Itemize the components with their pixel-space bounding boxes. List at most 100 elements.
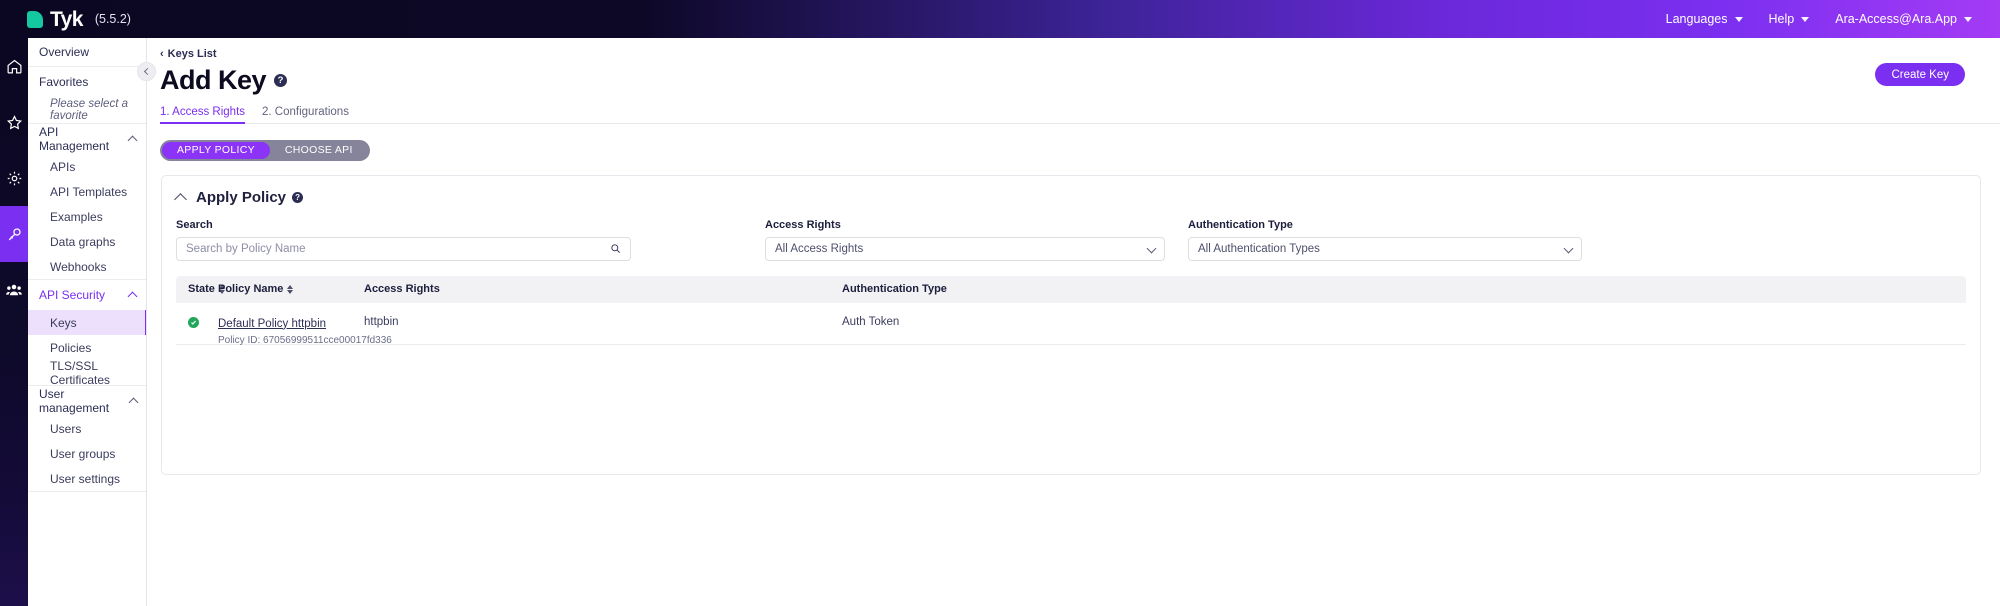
rail-home-button[interactable] bbox=[0, 38, 28, 94]
choose-api-toggle[interactable]: CHOOSE API bbox=[270, 142, 368, 159]
search-label: Search bbox=[176, 218, 213, 231]
sidebar-group-user-management[interactable]: User management bbox=[28, 386, 146, 416]
sidebar-item-webhooks[interactable]: Webhooks bbox=[28, 254, 146, 279]
access-rights-select[interactable]: All Access Rights bbox=[765, 236, 1165, 261]
chevron-down-icon bbox=[1801, 16, 1810, 22]
column-header-access-rights: Access Rights bbox=[364, 283, 842, 295]
help-menu[interactable]: Help bbox=[1769, 12, 1810, 26]
star-icon bbox=[6, 114, 23, 131]
sidebar-item-label: Users bbox=[50, 421, 82, 436]
filters-row: Search Search by Policy Name Access Righ… bbox=[162, 206, 1980, 261]
policy-id-text: Policy ID: 67056999511cce00017fd336 bbox=[218, 334, 392, 346]
sidebar-item-api-templates[interactable]: API Templates bbox=[28, 179, 146, 204]
sidebar-item-label: TLS/SSL Certificates bbox=[50, 358, 111, 387]
sidebar-item-label: Webhooks bbox=[50, 259, 107, 274]
sidebar-item-tls-ssl-certificates[interactable]: TLS/SSL Certificates bbox=[28, 358, 146, 387]
filters-spacer bbox=[631, 219, 765, 261]
gear-icon bbox=[6, 170, 23, 187]
favorites-empty-note: Please select a favorite bbox=[50, 98, 128, 122]
apply-policy-card: Apply Policy ? Search Search by Policy N… bbox=[161, 174, 1981, 475]
brand-logo[interactable]: Tyk (5.5.2) bbox=[27, 9, 131, 30]
sidebar-item-user-groups[interactable]: User groups bbox=[28, 441, 146, 466]
key-icon bbox=[6, 226, 23, 243]
sidebar-group-api-management[interactable]: API Management bbox=[28, 124, 146, 154]
languages-label: Languages bbox=[1665, 12, 1728, 26]
row-state-cell bbox=[176, 314, 218, 328]
sidebar-item-apis[interactable]: APIs bbox=[28, 154, 146, 179]
search-field-group: Search Search by Policy Name bbox=[176, 219, 631, 261]
sidebar-item-policies[interactable]: Policies bbox=[28, 335, 146, 360]
authentication-type-select[interactable]: All Authentication Types bbox=[1188, 236, 1582, 261]
users-icon bbox=[5, 281, 23, 299]
chevron-down-icon bbox=[1565, 245, 1572, 252]
sidebar-item-label: Keys bbox=[50, 315, 77, 330]
rail-user-management-button[interactable] bbox=[0, 262, 28, 318]
brand-name: Tyk bbox=[50, 7, 83, 31]
column-header-label: State bbox=[188, 283, 215, 296]
tab-access-rights[interactable]: 1. Access Rights bbox=[160, 106, 246, 124]
breadcrumb[interactable]: ‹ Keys List bbox=[160, 48, 217, 60]
help-icon[interactable]: ? bbox=[274, 74, 288, 88]
rail-api-security-button[interactable] bbox=[0, 206, 28, 262]
rail-api-management-button[interactable] bbox=[0, 150, 28, 206]
apply-policy-toggle[interactable]: APPLY POLICY bbox=[162, 141, 270, 159]
chevron-left-icon bbox=[143, 67, 152, 76]
sidebar-section-favorites: Favorites Please select a favorite bbox=[28, 67, 146, 124]
check-circle-icon[interactable] bbox=[188, 316, 199, 328]
tabs-divider bbox=[160, 122, 2000, 124]
top-bar-right: Languages Help Ara-Access@Ara.App bbox=[1666, 12, 1972, 26]
rail-favorites-button[interactable] bbox=[0, 94, 28, 150]
sidebar-collapse-button[interactable] bbox=[137, 62, 156, 81]
icon-rail bbox=[0, 38, 28, 606]
sidebar-group-favorites[interactable]: Favorites bbox=[28, 67, 146, 97]
create-key-button[interactable]: Create Key bbox=[1875, 63, 1965, 86]
sidebar-item-label: Policies bbox=[50, 340, 92, 355]
search-icon[interactable] bbox=[610, 243, 621, 254]
chevron-up-icon[interactable] bbox=[176, 192, 186, 202]
help-label: Help bbox=[1768, 12, 1795, 26]
authentication-type-field-group: Authentication Type All Authentication T… bbox=[1188, 219, 1582, 261]
account-menu[interactable]: Ara-Access@Ara.App bbox=[1835, 12, 1972, 26]
mode-segmented-control: APPLY POLICY CHOOSE API bbox=[160, 139, 370, 161]
apply-policy-card-header: Apply Policy ? bbox=[162, 176, 1980, 206]
sidebar-item-users[interactable]: Users bbox=[28, 416, 146, 441]
chevron-left-icon: ‹ bbox=[160, 48, 164, 60]
page-header: Add Key ? bbox=[160, 65, 2000, 96]
policy-name-link[interactable]: Default Policy httpbin bbox=[218, 318, 326, 330]
access-rights-value: All Access Rights bbox=[775, 242, 864, 255]
chevron-down-icon bbox=[1734, 16, 1743, 22]
sidebar-item-data-graphs[interactable]: Data graphs bbox=[28, 229, 146, 254]
sidebar-item-examples[interactable]: Examples bbox=[28, 204, 146, 229]
wizard-tabs: 1. Access Rights 2. Configurations bbox=[160, 106, 2000, 124]
column-header-authentication-type: Authentication Type bbox=[842, 283, 1966, 295]
sidebar-item-user-settings[interactable]: User settings bbox=[28, 466, 146, 491]
tyk-logo-icon bbox=[27, 10, 43, 28]
column-header-policy-name[interactable]: Policy Name bbox=[218, 283, 364, 295]
sidebar-item-keys[interactable]: Keys bbox=[28, 310, 146, 335]
app-version: (5.5.2) bbox=[94, 12, 131, 26]
sidebar-item-label: APIs bbox=[50, 159, 76, 174]
sidebar-item-overview[interactable]: Overview bbox=[28, 38, 146, 66]
sort-icon[interactable] bbox=[287, 284, 294, 294]
sidebar-section-overview: Overview bbox=[28, 38, 146, 67]
filters-spacer bbox=[1165, 219, 1188, 261]
search-input[interactable]: Search by Policy Name bbox=[176, 236, 631, 261]
column-header-state[interactable]: State bbox=[176, 283, 225, 296]
help-icon[interactable]: ? bbox=[292, 191, 304, 203]
sidebar-item-label: Overview bbox=[39, 45, 90, 59]
sidebar-item-label: User groups bbox=[50, 446, 116, 461]
main-content: ‹ Keys List Add Key ? Create Key 1. Acce… bbox=[147, 38, 2000, 606]
sidebar-group-api-security[interactable]: API Security bbox=[28, 280, 146, 310]
sidebar-section-user-management: User management Users User groups User s… bbox=[28, 386, 146, 492]
authentication-type-value: All Authentication Types bbox=[1198, 242, 1320, 255]
languages-menu[interactable]: Languages bbox=[1666, 12, 1743, 26]
card-title: Apply Policy bbox=[196, 188, 287, 206]
page-title: Add Key bbox=[160, 65, 267, 95]
table-row[interactable]: Default Policy httpbin Policy ID: 670569… bbox=[176, 303, 1966, 346]
sidebar-group-label: API Management bbox=[39, 125, 110, 153]
access-rights-field-group: Access Rights All Access Rights bbox=[765, 219, 1165, 261]
row-access-rights-cell: httpbin bbox=[364, 315, 399, 328]
tab-configurations[interactable]: 2. Configurations bbox=[262, 106, 349, 124]
chevron-up-icon bbox=[129, 135, 137, 143]
home-icon bbox=[6, 58, 23, 75]
